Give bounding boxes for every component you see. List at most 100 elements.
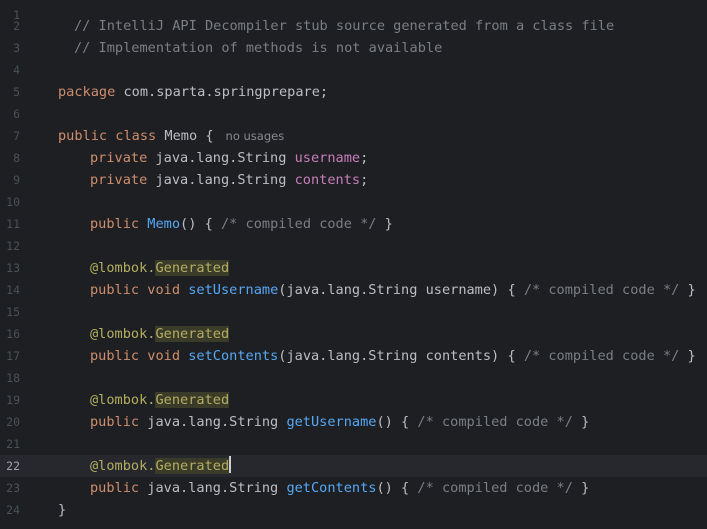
code-line[interactable]: 11 public Memo() { /* compiled code */ } xyxy=(0,213,707,235)
code-text: // Implementation of methods is not avai… xyxy=(74,37,442,59)
field-contents: contents xyxy=(294,172,361,188)
code-text: package com.sparta.springprepare; xyxy=(58,81,328,103)
code-text: public java.lang.String getUsername() { … xyxy=(90,411,589,433)
method-get-username: getUsername xyxy=(286,414,377,430)
annotation-prefix: @lombok. xyxy=(90,260,156,276)
keyword-package: package xyxy=(58,84,116,100)
brace: { xyxy=(205,128,214,144)
line-number: 10 xyxy=(6,195,20,209)
brace: } xyxy=(687,282,696,298)
line-number: 15 xyxy=(6,305,20,319)
type-name: java.lang.String xyxy=(155,150,287,166)
parameters: (java.lang.String username) xyxy=(278,282,500,298)
line-number: 3 xyxy=(13,41,20,55)
comment: // Implementation of methods is not avai… xyxy=(74,40,443,56)
line-number: 22 xyxy=(6,459,20,473)
keyword-public: public xyxy=(90,414,140,430)
class-name: Memo xyxy=(164,128,198,144)
compiled-code-comment: /* compiled code */ xyxy=(523,282,680,298)
type-name: java.lang.String xyxy=(147,414,279,430)
current-code-line[interactable]: 22 @lombok.Generated xyxy=(0,455,707,477)
code-line[interactable]: 12 xyxy=(0,235,707,257)
field-username: username xyxy=(294,150,361,166)
code-line[interactable]: 6 xyxy=(0,103,707,125)
code-text: @lombok.Generated xyxy=(90,389,230,411)
line-number: 9 xyxy=(13,173,20,187)
annotation-prefix: @lombok. xyxy=(90,458,156,474)
code-line[interactable]: 24 } xyxy=(0,499,707,521)
code-line[interactable]: 23 public java.lang.String getContents()… xyxy=(0,477,707,499)
line-number: 8 xyxy=(13,151,20,165)
keyword-public: public xyxy=(90,216,140,232)
brace: { xyxy=(507,348,516,364)
code-line[interactable]: 5 package com.sparta.springprepare; xyxy=(0,81,707,103)
parameters: (java.lang.String contents) xyxy=(278,348,500,364)
line-number: 7 xyxy=(13,129,20,143)
comment: // IntelliJ API Decompiler stub source g… xyxy=(74,18,615,34)
line-number: 20 xyxy=(6,415,20,429)
line-number: 12 xyxy=(6,239,20,253)
annotation-prefix: @lombok. xyxy=(90,326,156,342)
keyword-public: public xyxy=(90,282,140,298)
brace: { xyxy=(204,216,213,232)
brace: { xyxy=(401,480,410,496)
constructor-name: Memo xyxy=(147,216,181,232)
method-set-contents: setContents xyxy=(188,348,279,364)
code-line[interactable]: 2 // IntelliJ API Decompiler stub source… xyxy=(0,15,707,37)
line-number: 2 xyxy=(13,19,20,33)
brace: } xyxy=(581,414,590,430)
annotation-generated: Generated xyxy=(155,260,230,276)
keyword-private: private xyxy=(90,150,148,166)
brace: } xyxy=(687,348,696,364)
code-line[interactable]: 15 xyxy=(0,301,707,323)
method-get-contents: getContents xyxy=(286,480,377,496)
code-line[interactable]: 18 xyxy=(0,367,707,389)
code-line[interactable]: 19 @lombok.Generated xyxy=(0,389,707,411)
usage-hint[interactable]: no usages xyxy=(226,129,285,143)
line-number: 5 xyxy=(13,85,20,99)
code-line[interactable]: 9 private java.lang.String contents; xyxy=(0,169,707,191)
line-number: 16 xyxy=(6,327,20,341)
type-name: java.lang.String xyxy=(147,480,279,496)
annotation-generated: Generated xyxy=(155,326,230,342)
parens: () xyxy=(376,480,393,496)
code-line[interactable]: 7 public class Memo {no usages xyxy=(0,125,707,147)
type-name: java.lang.String xyxy=(155,172,287,188)
code-editor[interactable]: 1 2 // IntelliJ API Decompiler stub sour… xyxy=(0,0,707,529)
code-line[interactable]: 20 public java.lang.String getUsername()… xyxy=(0,411,707,433)
code-text: @lombok.Generated xyxy=(90,323,230,345)
code-text: public class Memo {no usages xyxy=(58,125,284,147)
code-line[interactable]: 8 private java.lang.String username; xyxy=(0,147,707,169)
code-line[interactable]: 21 xyxy=(0,433,707,455)
code-line[interactable]: 3 // Implementation of methods is not av… xyxy=(0,37,707,59)
keyword-class: class xyxy=(115,128,157,144)
line-number: 11 xyxy=(6,217,20,231)
keyword-public: public xyxy=(90,480,140,496)
text-caret xyxy=(229,456,232,473)
line-number: 6 xyxy=(13,107,20,121)
parens: () xyxy=(376,414,393,430)
code-line[interactable]: 14 public void setUsername(java.lang.Str… xyxy=(0,279,707,301)
line-number: 13 xyxy=(6,261,20,275)
keyword-void: void xyxy=(147,348,181,364)
line-number: 19 xyxy=(6,393,20,407)
brace: } xyxy=(58,502,67,518)
line-number: 18 xyxy=(6,371,20,385)
code-text: public void setContents(java.lang.String… xyxy=(90,345,696,367)
brace: } xyxy=(384,216,393,232)
code-line[interactable]: 4 xyxy=(0,59,707,81)
line-number: 14 xyxy=(6,283,20,297)
code-line[interactable]: 10 xyxy=(0,191,707,213)
semicolon: ; xyxy=(360,172,369,188)
code-text: public Memo() { /* compiled code */ } xyxy=(90,213,393,235)
compiled-code-comment: /* compiled code */ xyxy=(417,414,573,430)
line-number: 17 xyxy=(6,349,20,363)
line-number: 21 xyxy=(6,437,20,451)
code-line[interactable]: 13 @lombok.Generated xyxy=(0,257,707,279)
code-text: private java.lang.String contents; xyxy=(90,169,368,191)
code-line[interactable]: 16 @lombok.Generated xyxy=(0,323,707,345)
semicolon: ; xyxy=(360,150,369,166)
code-text: @lombok.Generated xyxy=(90,257,230,279)
brace: } xyxy=(581,480,590,496)
code-line[interactable]: 17 public void setContents(java.lang.Str… xyxy=(0,345,707,367)
